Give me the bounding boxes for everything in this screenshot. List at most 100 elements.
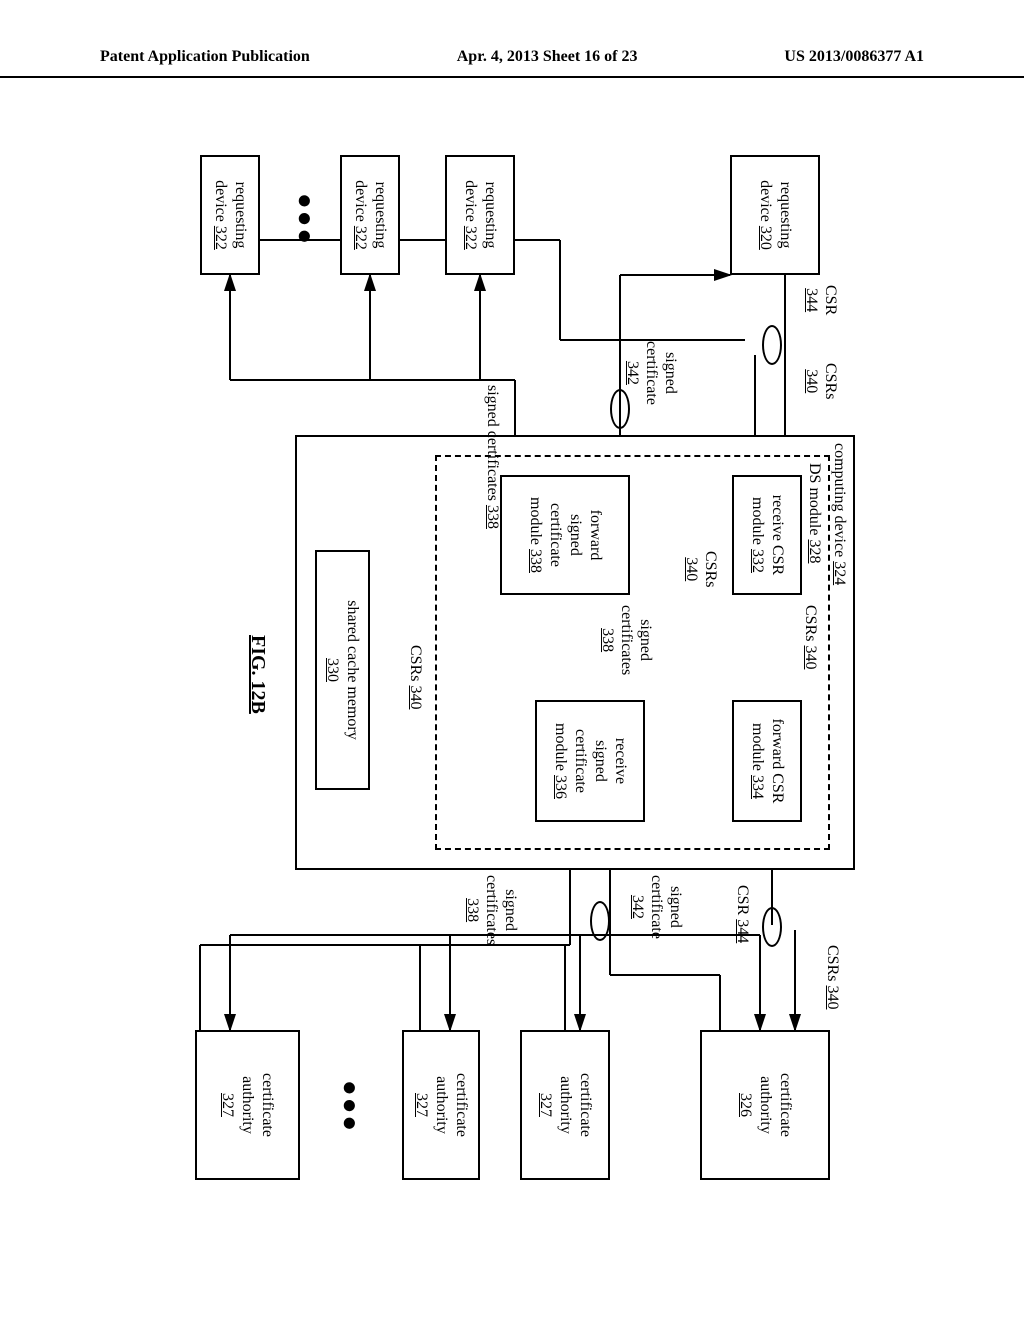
csr-group-oval-right: [762, 907, 782, 947]
ca327c-l1: certificate: [258, 1073, 278, 1137]
c340c-num: 340: [407, 685, 424, 709]
req322b-l2: device: [352, 180, 369, 222]
fwd-signed-l1: forward: [585, 510, 605, 561]
s342l-l1: signed: [662, 352, 679, 394]
fwd-signed-l2: signed: [565, 514, 585, 556]
recv-csr-l2: module: [749, 497, 766, 545]
figure-label: FIG. 12B: [246, 635, 270, 714]
ds-module-num: 328: [806, 539, 823, 563]
csr-group-oval-left: [762, 325, 782, 365]
requesting-device-322-b: requesting device 322: [340, 155, 400, 275]
recv-signed-l4: module: [552, 723, 569, 771]
computing-device-label: computing device: [831, 443, 848, 557]
shared-cache-memory: shared cache memory 330: [315, 550, 370, 790]
header-left: Patent Application Publication: [100, 48, 310, 74]
s342l-num: 342: [624, 361, 641, 385]
fwd-csr-num: 334: [749, 775, 766, 799]
requesting-device-320: requesting device 320: [730, 155, 820, 275]
label-csrs340-midinner: CSRs 340: [682, 551, 720, 587]
req322c-num: 322: [212, 226, 229, 250]
s342r-l2: certificate: [648, 875, 665, 939]
ca327b-num: 327: [411, 1093, 431, 1117]
recv-signed-l1: receive: [610, 738, 630, 784]
req322b-l1: requesting: [370, 182, 390, 249]
s342l-l2: certificate: [643, 341, 660, 405]
recv-csr-l1: receive CSR: [767, 495, 787, 575]
fwd-csr-l1: forward CSR: [767, 719, 787, 804]
recv-signed-l3: certificate: [570, 729, 590, 793]
ca327a-num: 327: [535, 1093, 555, 1117]
forward-csr-module: forward CSR module 334: [732, 700, 802, 822]
req320-num: 320: [757, 226, 774, 250]
s338r-num: 338: [464, 898, 481, 922]
receive-signed-cert-module: receive signed certificate module 336: [535, 700, 645, 822]
s338r-l1: signed: [502, 889, 519, 931]
receive-csr-module: receive CSR module 332: [732, 475, 802, 595]
c340c-l1: CSRs: [407, 645, 424, 681]
s342r-l1: signed: [667, 886, 684, 928]
signed-oval-right: [590, 901, 610, 941]
req322c-l1: requesting: [230, 182, 250, 249]
s338i-num: 338: [599, 628, 616, 652]
label-csrs340-cache: CSRs 340: [406, 645, 425, 709]
req322a-l1: requesting: [480, 182, 500, 249]
cache-l1: shared cache memory: [343, 600, 363, 739]
csr344r-l1: CSR: [734, 885, 751, 915]
req322a-l2: device: [462, 180, 479, 222]
c340mi-l1: CSRs: [702, 551, 719, 587]
csr344r-num: 344: [734, 919, 751, 943]
ca327a-l2: authority: [555, 1076, 575, 1134]
cache-num: 330: [323, 658, 343, 682]
s342r-num: 342: [629, 895, 646, 919]
ca326-l2: authority: [755, 1076, 775, 1134]
forward-signed-cert-module: forward signed certificate module 338: [500, 475, 630, 595]
label-signed338-inner: signed certificates 338: [597, 605, 655, 675]
ca327c-l2: authority: [238, 1076, 258, 1134]
req322c-l2: device: [212, 180, 229, 222]
label-csr344-right: CSR 344: [733, 885, 752, 943]
ca327b-l2: authority: [431, 1076, 451, 1134]
c340r-l1: CSRs: [824, 945, 841, 981]
ellipsis-left: ●●●: [290, 193, 320, 246]
ca327a-l1: certificate: [575, 1073, 595, 1137]
label-signed342-left: signed certificate 342: [622, 341, 680, 405]
figure-diagram: requesting device 320 requesting device …: [120, 145, 880, 1195]
c340ti-l1: CSRs: [802, 605, 819, 641]
computing-device-num: 324: [831, 561, 848, 585]
s338l-l1: signed certificates: [484, 385, 501, 501]
s338i-l1: signed: [637, 619, 654, 661]
csrs340l-l1: CSRs: [822, 363, 839, 399]
req320-l1: requesting: [775, 182, 795, 249]
s338r-l2: certificates: [483, 875, 500, 945]
ca327b-l1: certificate: [451, 1073, 471, 1137]
req320-l2: device: [757, 180, 774, 222]
ca327c-num: 327: [218, 1093, 238, 1117]
recv-signed-l2: signed: [590, 740, 610, 782]
ellipsis-right: ●●●: [335, 1080, 365, 1133]
recv-csr-num: 332: [749, 549, 766, 573]
c340ti-num: 340: [802, 645, 819, 669]
ds-module-label: DS module: [806, 463, 823, 535]
label-signed338-left: signed certificates 338: [483, 385, 502, 529]
header-center: Apr. 4, 2013 Sheet 16 of 23: [457, 48, 638, 74]
certificate-authority-327-b: certificate authority 327: [402, 1030, 480, 1180]
certificate-authority-327-c: certificate authority 327: [195, 1030, 300, 1180]
fwd-csr-l2: module: [749, 723, 766, 771]
certificate-authority-327-a: certificate authority 327: [520, 1030, 610, 1180]
label-csrs340-right: CSRs 340: [823, 945, 842, 1009]
label-csrs340-left: CSRs 340: [802, 363, 840, 399]
ca326-num: 326: [735, 1093, 755, 1117]
csr344l-num: 344: [803, 288, 820, 312]
fwd-signed-l3: certificate: [545, 503, 565, 567]
req322a-num: 322: [462, 226, 479, 250]
s338l-num: 338: [484, 505, 501, 529]
csrs340l-num: 340: [803, 369, 820, 393]
header-right: US 2013/0086377 A1: [784, 48, 924, 74]
certificate-authority-326: certificate authority 326: [700, 1030, 830, 1180]
label-csr344-left: CSR 344: [802, 285, 840, 315]
req322b-num: 322: [352, 226, 369, 250]
requesting-device-322-a: requesting device 322: [445, 155, 515, 275]
label-signed338-right: signed certificates 338: [462, 875, 520, 945]
c340mi-num: 340: [683, 557, 700, 581]
s338i-l2: certificates: [618, 605, 635, 675]
